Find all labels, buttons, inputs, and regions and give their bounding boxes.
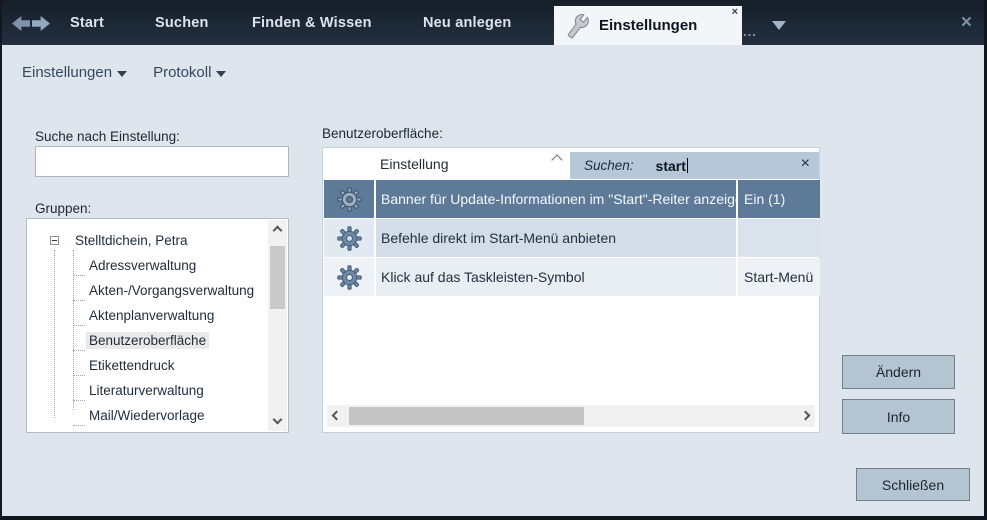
schliessen-button[interactable]: Schließen xyxy=(856,468,970,501)
scroll-left-icon[interactable] xyxy=(332,411,342,421)
tree-scrollbar[interactable] xyxy=(268,220,287,431)
menu-einstellungen[interactable]: Einstellungen xyxy=(22,64,127,81)
table-horizontal-scrollbar[interactable] xyxy=(327,405,815,427)
wrench-icon xyxy=(564,12,591,39)
tree-node[interactable]: Etikettendruck xyxy=(27,353,266,378)
tree-node[interactable]: Aktenplanverwaltung xyxy=(27,303,266,328)
tab-dropdown-icon[interactable] xyxy=(772,21,786,30)
menu-protokoll[interactable]: Protokoll xyxy=(153,64,226,81)
tab-overflow-label: ... xyxy=(743,24,757,39)
tab-suchen[interactable]: Suchen xyxy=(155,0,209,45)
top-tab-bar: Start Suchen Finden & Wissen Neu anlegen… xyxy=(2,0,984,45)
menu-einstellungen-label: Einstellungen xyxy=(22,64,112,81)
chevron-down-icon xyxy=(117,71,127,77)
gear-icon xyxy=(336,186,363,213)
gear-icon xyxy=(336,264,363,291)
table-search-label: Suchen: xyxy=(584,158,634,173)
settings-list-label: Benutzeroberfläche: xyxy=(322,126,443,141)
setting-name: Banner für Update-Informationen im "Star… xyxy=(376,180,736,218)
setting-name: Befehle direkt im Start-Menü anbieten xyxy=(376,219,736,257)
info-button[interactable]: Info xyxy=(842,399,955,434)
settings-table: Einstellung Suchen: start × xyxy=(322,147,820,433)
scrollbar-thumb[interactable] xyxy=(349,407,584,425)
setting-value: Start-Menü xyxy=(738,258,820,296)
table-search-box[interactable]: Suchen: start × xyxy=(570,152,819,179)
forward-arrow-icon[interactable] xyxy=(32,16,50,31)
window-close-icon[interactable]: × xyxy=(961,14,972,31)
text-cursor xyxy=(687,158,688,173)
scroll-down-icon[interactable] xyxy=(273,415,283,425)
sort-ascending-icon xyxy=(551,154,562,165)
history-nav xyxy=(12,16,50,31)
clear-search-icon[interactable]: × xyxy=(801,155,810,173)
tree-node-root[interactable]: Stelltdichein, Petra xyxy=(27,228,266,253)
tree-node[interactable]: Literaturverwaltung xyxy=(27,378,266,403)
search-setting-label: Suche nach Einstellung: xyxy=(35,129,180,144)
tab-close-icon[interactable]: × xyxy=(732,7,738,18)
tree-node[interactable]: Akten-/Vorgangsverwaltung xyxy=(27,278,266,303)
table-search-value[interactable]: start xyxy=(656,158,686,174)
menu-bar: Einstellungen Protokoll xyxy=(2,45,984,100)
collapse-icon[interactable] xyxy=(50,236,59,245)
tab-finden-wissen[interactable]: Finden & Wissen xyxy=(252,0,372,45)
table-row[interactable]: Klick auf das Taskleisten-Symbol Start-M… xyxy=(324,258,820,296)
gear-icon xyxy=(336,225,363,252)
setting-name: Klick auf das Taskleisten-Symbol xyxy=(376,258,736,296)
tab-start[interactable]: Start xyxy=(70,0,104,45)
active-tab-label: Einstellungen xyxy=(599,17,697,34)
scroll-right-icon[interactable] xyxy=(801,411,811,421)
groups-tree: Stelltdichein, Petra Adressverwaltung Ak… xyxy=(26,218,289,433)
table-row-selected[interactable]: Banner für Update-Informationen im "Star… xyxy=(324,180,820,218)
tab-neu-anlegen[interactable]: Neu anlegen xyxy=(423,0,511,45)
search-setting-input[interactable] xyxy=(35,146,289,177)
settings-window: Start Suchen Finden & Wissen Neu anlegen… xyxy=(0,0,987,520)
tab-einstellungen-active[interactable]: Einstellungen × xyxy=(554,6,742,45)
scrollbar-thumb[interactable] xyxy=(270,246,285,309)
table-row[interactable]: Befehle direkt im Start-Menü anbieten xyxy=(324,219,820,257)
tree-node[interactable]: Adressverwaltung xyxy=(27,253,266,278)
back-arrow-icon[interactable] xyxy=(12,16,30,31)
aendern-button[interactable]: Ändern xyxy=(842,355,955,389)
chevron-down-icon xyxy=(216,71,226,77)
setting-value: Ein (1) xyxy=(738,180,820,218)
tree-node-selected[interactable]: Benutzeroberfläche xyxy=(27,328,266,353)
setting-value xyxy=(738,219,820,257)
groups-label: Gruppen: xyxy=(35,201,91,216)
column-header-einstellung[interactable]: Einstellung xyxy=(380,156,449,172)
menu-protokoll-label: Protokoll xyxy=(153,64,211,81)
scroll-up-icon[interactable] xyxy=(273,226,283,236)
tree-node[interactable]: Mail/Wiedervorlage xyxy=(27,403,266,428)
